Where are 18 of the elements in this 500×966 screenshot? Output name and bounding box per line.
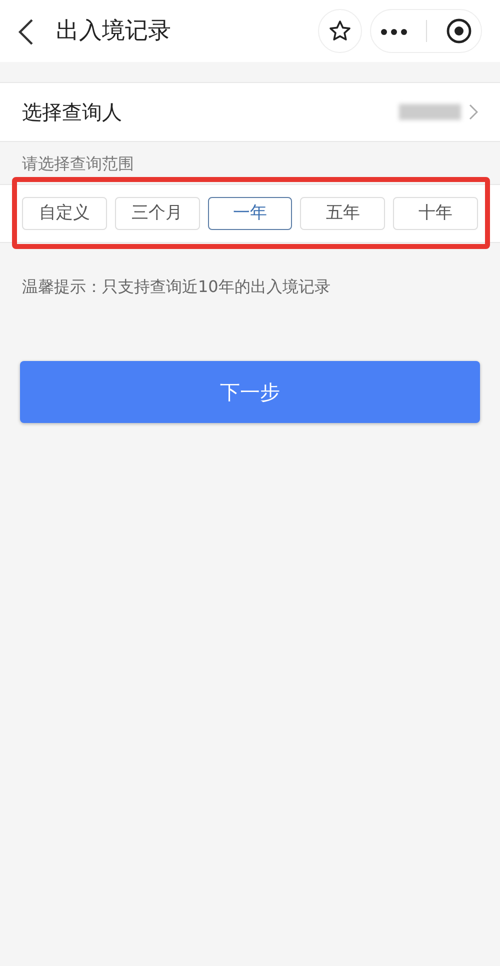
range-option[interactable]: 十年 xyxy=(393,197,478,230)
range-option[interactable]: 五年 xyxy=(300,197,386,230)
chevron-icon xyxy=(469,104,478,120)
back-button[interactable] xyxy=(18,16,34,46)
record-icon xyxy=(446,18,472,44)
page-title: 出入境记录 xyxy=(56,16,171,46)
next-button[interactable]: 下一步 xyxy=(20,361,480,423)
favorite-button[interactable] xyxy=(318,9,362,53)
section-label: 请选择查询范围 xyxy=(21,153,135,175)
range-option[interactable]: 三个月 xyxy=(114,197,200,230)
range-option[interactable]: 自定义 xyxy=(22,197,107,230)
hint-text: 温馨提示：只支持查询近10年的出入境记录 xyxy=(21,276,332,298)
range-option[interactable]: 一年 xyxy=(208,197,292,230)
person-selector[interactable]: 选择查询人 xyxy=(0,82,500,142)
star-icon xyxy=(328,19,352,43)
blurred-name xyxy=(399,104,461,120)
more-icon xyxy=(380,28,408,36)
close-button[interactable] xyxy=(446,18,472,44)
